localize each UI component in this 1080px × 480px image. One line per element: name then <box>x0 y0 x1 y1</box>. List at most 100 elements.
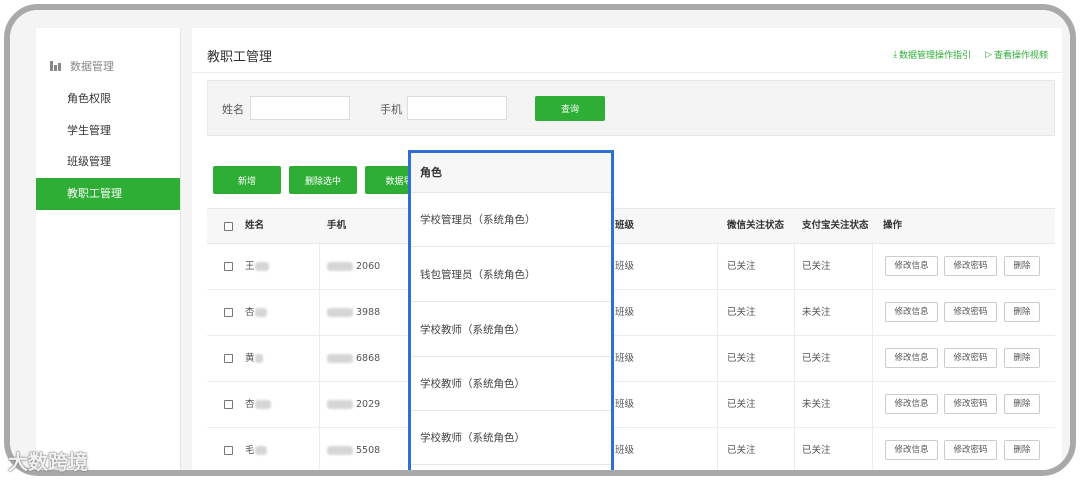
role-column-highlight: 角色 学校管理员（系统角色） 钱包管理员（系统角色） 学校教师（系统角色） 学校… <box>408 150 614 470</box>
sidebar: 数据管理 角色权限 学生管理 班级管理 教职工管理 <box>36 28 181 470</box>
name-text: 王 <box>245 261 255 272</box>
redacted-blur <box>254 308 267 317</box>
sidebar-item-staff[interactable]: 教职工管理 <box>36 178 180 210</box>
table-row: 杏 2029 班级 已关注 未关注 修改信息 修改密码 删除 <box>207 382 1055 428</box>
header-alipay-status: 支付宝关注状态 <box>802 220 869 231</box>
delete-button[interactable]: 删除 <box>1004 302 1040 322</box>
row-checkbox[interactable] <box>224 354 233 363</box>
sidebar-item-classes[interactable]: 班级管理 <box>36 146 180 178</box>
change-password-button[interactable]: 修改密码 <box>944 348 997 368</box>
query-button[interactable]: 查询 <box>535 96 605 121</box>
delete-selected-button[interactable]: 删除选中 <box>289 166 357 194</box>
role-column-header: 角色 <box>411 153 611 193</box>
edit-info-button[interactable]: 修改信息 <box>885 256 938 276</box>
page-title: 教职工管理 <box>207 50 273 65</box>
role-cell: 学校管理员（系统角色） <box>411 193 611 247</box>
row-checkbox[interactable] <box>224 446 233 455</box>
cell-wechat-status: 已关注 <box>727 445 756 456</box>
phone-text: 3988 <box>356 307 381 318</box>
guide-link[interactable]: ⤓ 数据管理操作指引 <box>893 48 972 62</box>
cell-wechat-status: 已关注 <box>727 307 756 318</box>
role-cell: 学校教师（系统角色） <box>411 303 611 357</box>
cell-name: 杏 <box>245 290 267 335</box>
select-all-checkbox[interactable] <box>224 222 233 231</box>
cell-name: 毛 <box>245 428 267 470</box>
cell-name: 黄 <box>245 336 263 381</box>
phone-label: 手机 <box>380 103 402 116</box>
search-panel: 姓名 手机 查询 <box>207 80 1055 136</box>
header-phone: 手机 <box>327 220 347 231</box>
redacted-blur <box>327 446 353 455</box>
delete-button[interactable]: 删除 <box>1004 440 1040 460</box>
table-row: 黄 6868 班级 已关注 已关注 修改信息 修改密码 删除 <box>207 336 1055 382</box>
cell-class: 班级 <box>615 353 635 364</box>
sidebar-group-label: 数据管理 <box>70 60 114 73</box>
delete-button[interactable]: 删除 <box>1004 348 1040 368</box>
sidebar-item-students[interactable]: 学生管理 <box>36 115 180 147</box>
redacted-blur <box>327 400 353 409</box>
row-checkbox[interactable] <box>224 262 233 271</box>
cell-alipay-status: 已关注 <box>802 445 831 456</box>
download-icon: ⤓ <box>893 49 898 60</box>
cell-phone: 5508 <box>327 428 381 470</box>
bar-chart-icon <box>50 61 62 71</box>
sidebar-item-role-permissions[interactable]: 角色权限 <box>36 83 180 115</box>
delete-button[interactable]: 删除 <box>1004 256 1040 276</box>
main-panel: 教职工管理 ⤓ 数据管理操作指引 ▷ 查看操作视频 姓名 手机 查询 新增 删除… <box>192 28 1062 470</box>
sidebar-item-label: 角色权限 <box>67 92 111 105</box>
name-input[interactable] <box>250 96 350 120</box>
redacted-blur <box>254 354 263 363</box>
cell-class: 班级 <box>615 307 635 318</box>
guide-link-label: 数据管理操作指引 <box>899 51 972 61</box>
row-checkbox[interactable] <box>224 308 233 317</box>
redacted-blur <box>254 446 267 455</box>
watermark: 大数跨境 <box>8 450 88 474</box>
phone-text: 6868 <box>356 353 381 364</box>
role-cell: 学校教师（系统角色） <box>411 411 611 465</box>
edit-info-button[interactable]: 修改信息 <box>885 302 938 322</box>
staff-table: 姓名 手机 班级 微信关注状态 支付宝关注状态 操作 王 2060 班级 已关注… <box>207 208 1055 470</box>
add-button[interactable]: 新增 <box>213 166 281 194</box>
role-cell: 学校教师（系统角色） <box>411 357 611 411</box>
help-links: ⤓ 数据管理操作指引 ▷ 查看操作视频 <box>893 48 1048 62</box>
sidebar-item-label: 班级管理 <box>67 155 111 168</box>
change-password-button[interactable]: 修改密码 <box>944 302 997 322</box>
app-background: 数据管理 角色权限 学生管理 班级管理 教职工管理 教职工管理 ⤓ 数据管理操作… <box>10 10 1070 470</box>
table-header: 姓名 手机 班级 微信关注状态 支付宝关注状态 操作 <box>207 209 1055 244</box>
table-row: 毛 5508 班级 已关注 已关注 修改信息 修改密码 删除 <box>207 428 1055 470</box>
cell-name: 王 <box>245 244 269 289</box>
change-password-button[interactable]: 修改密码 <box>944 440 997 460</box>
table-row: 王 2060 班级 已关注 已关注 修改信息 修改密码 删除 <box>207 244 1055 290</box>
cell-class: 班级 <box>615 399 635 410</box>
cell-class: 班级 <box>615 261 635 272</box>
cell-alipay-status: 已关注 <box>802 261 831 272</box>
redacted-blur <box>327 308 353 317</box>
header-name: 姓名 <box>245 220 265 231</box>
video-link[interactable]: ▷ 查看操作视频 <box>985 48 1048 62</box>
row-checkbox[interactable] <box>224 400 233 409</box>
cell-phone: 6868 <box>327 336 380 381</box>
cell-phone: 2060 <box>327 244 380 289</box>
redacted-blur <box>327 354 353 363</box>
cell-class: 班级 <box>615 445 635 456</box>
phone-text: 2060 <box>356 261 381 272</box>
cell-phone: 2029 <box>327 382 380 427</box>
table-row: 杏 3988 班级 已关注 未关注 修改信息 修改密码 删除 <box>207 290 1055 336</box>
cell-wechat-status: 已关注 <box>727 261 756 272</box>
phone-text: 5508 <box>356 445 381 456</box>
screenshot-frame: 数据管理 角色权限 学生管理 班级管理 教职工管理 教职工管理 ⤓ 数据管理操作… <box>4 4 1076 476</box>
header-wechat-status: 微信关注状态 <box>727 220 785 231</box>
phone-input[interactable] <box>407 96 507 120</box>
phone-text: 2029 <box>356 399 381 410</box>
role-cell: 钱包管理员（系统角色） <box>411 248 611 302</box>
change-password-button[interactable]: 修改密码 <box>944 256 997 276</box>
delete-button[interactable]: 删除 <box>1004 394 1040 414</box>
edit-info-button[interactable]: 修改信息 <box>885 440 938 460</box>
change-password-button[interactable]: 修改密码 <box>944 394 997 414</box>
header-actions: 操作 <box>883 220 903 231</box>
name-text: 毛 <box>245 445 255 456</box>
edit-info-button[interactable]: 修改信息 <box>885 348 938 368</box>
edit-info-button[interactable]: 修改信息 <box>885 394 938 414</box>
sidebar-group-data-management: 数据管理 <box>50 58 114 74</box>
sidebar-item-label: 学生管理 <box>67 124 111 137</box>
